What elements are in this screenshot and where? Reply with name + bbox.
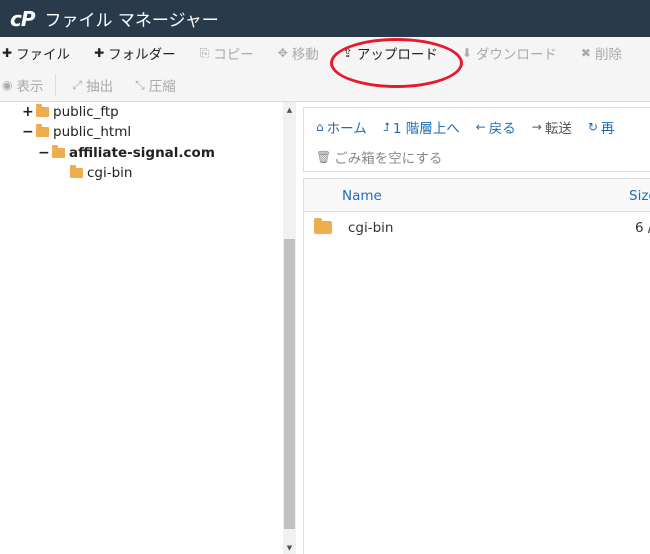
plus-icon: ✚ bbox=[94, 46, 105, 60]
new-file-button[interactable]: ✚ ファイル bbox=[2, 37, 70, 69]
download-button[interactable]: ⬇ ダウンロード bbox=[462, 37, 557, 69]
scroll-up-arrow-icon[interactable]: ▲ bbox=[283, 106, 296, 114]
move-icon: ✥ bbox=[277, 46, 288, 60]
refresh-icon: ↻ bbox=[587, 120, 598, 134]
delete-button[interactable]: ✖ 削除 bbox=[581, 37, 622, 69]
collapse-toggle-icon[interactable]: − bbox=[22, 124, 34, 140]
column-header-name[interactable]: Name bbox=[342, 188, 382, 204]
table-row[interactable]: cgi-bin 6 / bbox=[304, 212, 650, 242]
scroll-down-arrow-icon[interactable]: ▼ bbox=[283, 544, 296, 552]
compress-button[interactable]: ⤡ 圧縮 bbox=[135, 69, 176, 101]
tree-scrollbar[interactable]: ▲ ▼ bbox=[283, 102, 296, 554]
extract-button[interactable]: ⤢ 抽出 bbox=[72, 69, 113, 101]
reload-button[interactable]: ↻ 再 bbox=[588, 117, 615, 137]
home-button[interactable]: ⌂ ホーム bbox=[316, 117, 367, 137]
arrow-right-icon: → bbox=[531, 120, 542, 134]
expand-toggle-icon[interactable]: + bbox=[22, 104, 34, 120]
level-up-icon: ⮥ bbox=[382, 120, 390, 134]
file-size: 6 / bbox=[635, 220, 650, 236]
navigation-bar: ⌂ ホーム ⮥ 1 階層上へ ← 戻る → 転送 ↻ 再 🗑 ごみ箱を空にする bbox=[303, 107, 650, 172]
file-name: cgi-bin bbox=[348, 220, 394, 236]
file-table: Name Size cgi-bin 6 / bbox=[303, 178, 650, 554]
empty-trash-button[interactable]: 🗑 ごみ箱を空にする bbox=[316, 147, 442, 167]
plus-icon: ✚ bbox=[2, 46, 13, 60]
up-one-level-button[interactable]: ⮥ 1 階層上へ bbox=[383, 117, 460, 137]
expand-icon: ⤢ bbox=[72, 78, 83, 92]
new-folder-button[interactable]: ✚ フォルダー bbox=[94, 37, 176, 69]
scroll-thumb[interactable] bbox=[284, 239, 295, 529]
nav-row-2: 🗑 ごみ箱を空にする bbox=[316, 144, 458, 170]
toolbar-divider bbox=[55, 74, 57, 96]
times-icon: ✖ bbox=[580, 46, 591, 60]
tree-item-cgi-bin[interactable]: cgi-bin bbox=[70, 163, 133, 183]
cpanel-logo: cP bbox=[10, 6, 35, 31]
file-list-panel: ⌂ ホーム ⮥ 1 階層上へ ← 戻る → 転送 ↻ 再 🗑 ごみ箱を空にする … bbox=[296, 102, 650, 554]
upload-button[interactable]: ⇪ アップロード bbox=[343, 37, 438, 69]
folder-open-icon bbox=[52, 145, 65, 158]
folder-icon bbox=[36, 104, 49, 117]
eye-icon: ◉ bbox=[2, 78, 13, 92]
back-button[interactable]: ← 戻る bbox=[476, 117, 516, 137]
app-title: ファイル マネージャー bbox=[44, 11, 219, 31]
view-button[interactable]: ◉ 表示 bbox=[2, 69, 43, 101]
forward-button[interactable]: → 転送 bbox=[532, 117, 572, 137]
folder-open-icon bbox=[36, 124, 49, 137]
download-icon: ⬇ bbox=[461, 46, 472, 60]
arrow-left-icon: ← bbox=[475, 120, 486, 134]
collapse-toggle-icon[interactable]: − bbox=[38, 145, 50, 161]
move-button[interactable]: ✥ 移動 bbox=[278, 37, 319, 69]
compress-icon: ⤡ bbox=[135, 78, 145, 92]
tree-item-public-ftp[interactable]: + public_ftp bbox=[22, 102, 119, 122]
tree-item-affiliate-signal[interactable]: − affiliate-signal.com bbox=[38, 143, 215, 163]
folder-tree: + public_ftp − public_html − affiliate-s… bbox=[0, 102, 283, 554]
trash-icon: 🗑 bbox=[316, 150, 332, 164]
toolbar-row-1: ✚ ファイル ✚ フォルダー ⎘ コピー ✥ 移動 ⇪ アップロード ⬇ ダウン… bbox=[0, 37, 622, 69]
toolbar-row-2: ◉ 表示 ⤢ 抽出 ⤡ 圧縮 bbox=[0, 69, 176, 101]
upload-icon: ⇪ bbox=[342, 46, 353, 60]
tree-item-public-html[interactable]: − public_html bbox=[22, 122, 131, 142]
nav-row-1: ⌂ ホーム ⮥ 1 階層上へ ← 戻る → 転送 ↻ 再 bbox=[316, 114, 630, 140]
toolbar: ✚ ファイル ✚ フォルダー ⎘ コピー ✥ 移動 ⇪ アップロード ⬇ ダウン… bbox=[0, 37, 650, 102]
home-icon: ⌂ bbox=[316, 120, 324, 134]
copy-button[interactable]: ⎘ コピー bbox=[200, 37, 254, 69]
copy-icon: ⎘ bbox=[199, 46, 210, 60]
table-header: Name Size bbox=[304, 179, 650, 212]
folder-icon bbox=[70, 165, 83, 178]
column-header-size[interactable]: Size bbox=[629, 188, 650, 204]
title-bar: cP ファイル マネージャー bbox=[0, 0, 650, 37]
folder-icon bbox=[314, 218, 332, 234]
